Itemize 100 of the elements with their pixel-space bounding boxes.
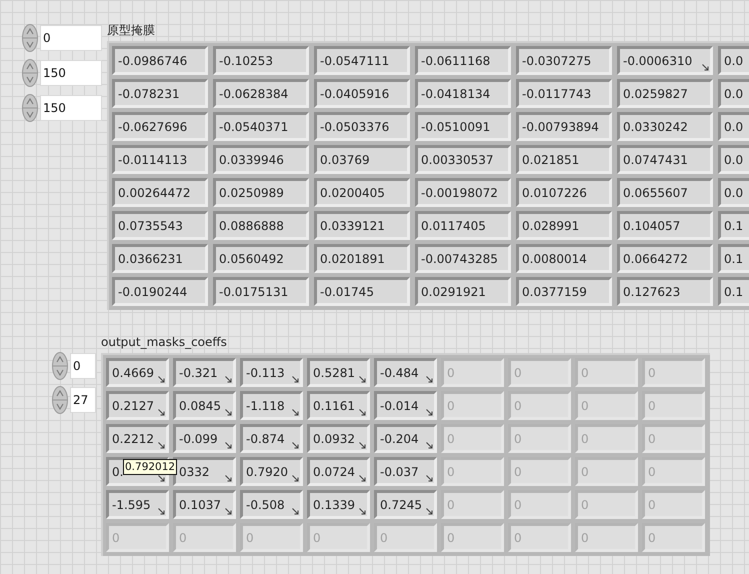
array-cell: -0.0540371: [213, 112, 309, 141]
array-cell: -0.0175131: [213, 277, 309, 306]
array-cell: 0.0724: [307, 457, 370, 486]
array-cell: 0: [575, 490, 638, 519]
array-cell: 0: [642, 523, 705, 552]
array-cell: 0: [441, 490, 504, 519]
array-cell: 0.0932: [307, 424, 370, 453]
array-cell: -0.00793894: [516, 112, 612, 141]
array-cell: 0.0117405: [415, 211, 511, 240]
array-cell: 0: [441, 424, 504, 453]
array-cell: -0.0627696: [112, 112, 208, 141]
array-cell: -0.078231: [112, 79, 208, 108]
array-cell: 0: [173, 523, 236, 552]
array-cell: -0.204: [374, 424, 437, 453]
increment-decrement-button[interactable]: [22, 59, 38, 87]
array-cell: 0: [642, 490, 705, 519]
array-cell: 0: [642, 457, 705, 486]
array-cell: 0.0107226: [516, 178, 612, 207]
increment-decrement-button[interactable]: [52, 386, 68, 414]
index-field[interactable]: 150: [40, 60, 102, 86]
array-cell: -0.0503376: [314, 112, 410, 141]
array-cell: 0.0: [718, 112, 749, 141]
index-field[interactable]: 150: [40, 95, 102, 121]
array-cell: -0.0510091: [415, 112, 511, 141]
array-cell: -0.0405916: [314, 79, 410, 108]
array-cell: 0: [508, 490, 571, 519]
array-cell: -0.10253: [213, 46, 309, 75]
array-cell: -0.00198072: [415, 178, 511, 207]
array-cell: 0: [642, 391, 705, 420]
array-cell: 0.0080014: [516, 244, 612, 273]
array-cell: 0.104057: [617, 211, 713, 240]
array-cell: 0: [508, 424, 571, 453]
array-cell: 0.0366231: [112, 244, 208, 273]
array-cell: 0: [508, 391, 571, 420]
array-cell: 0: [374, 523, 437, 552]
array-cell: 0.0886888: [213, 211, 309, 240]
array-cell: 0: [642, 358, 705, 387]
array-cell: 0.0560492: [213, 244, 309, 273]
array-cell: 0.021851: [516, 145, 612, 174]
array-cell: -0.0418134: [415, 79, 511, 108]
array-cell: 0.1: [718, 211, 749, 240]
array-cell: 0.0330242: [617, 112, 713, 141]
array-cell: -0.037: [374, 457, 437, 486]
array-cell: 0: [106, 523, 169, 552]
array-cell: 0.1339: [307, 490, 370, 519]
array-cell: -1.118: [240, 391, 303, 420]
array-cell: 0.1: [718, 277, 749, 306]
array-cell: 0.00264472: [112, 178, 208, 207]
array-cell: -1.595: [106, 490, 169, 519]
array-cell: 0: [575, 523, 638, 552]
increment-decrement-button[interactable]: [52, 352, 68, 380]
array-cell: 0.1: [718, 244, 749, 273]
array-cell: 0: [575, 358, 638, 387]
array-cell: 0.03769: [314, 145, 410, 174]
array-cell: 0.2127: [106, 391, 169, 420]
array-cell: -0.0190244: [112, 277, 208, 306]
array-cell: 0.0200405: [314, 178, 410, 207]
array-cell: 0: [575, 391, 638, 420]
array-cell: 0.0339121: [314, 211, 410, 240]
index-field[interactable]: 0: [40, 25, 102, 51]
array-cell: 0: [240, 523, 303, 552]
array-cell: 0.7920: [240, 457, 303, 486]
array-cell: 0.0201891: [314, 244, 410, 273]
array-cell: 0.0339946: [213, 145, 309, 174]
array-cell: 0: [441, 391, 504, 420]
array-cell: 0.0250989: [213, 178, 309, 207]
array-cell: 0.0: [718, 145, 749, 174]
array-cell: -0.0117743: [516, 79, 612, 108]
array-cell: 0.0: [718, 178, 749, 207]
array-cell: -0.113: [240, 358, 303, 387]
array-cell: 0.0259827: [617, 79, 713, 108]
array-cell: -0.508: [240, 490, 303, 519]
array-cell: 0.0: [718, 79, 749, 108]
array-cell: 0: [441, 523, 504, 552]
array-cell: 0.028991: [516, 211, 612, 240]
array-cell: -0.00743285: [415, 244, 511, 273]
array-cell: 0.4669: [106, 358, 169, 387]
array-cell: 0.1161: [307, 391, 370, 420]
array-cell: -0.014: [374, 391, 437, 420]
array-cell: 0.0735543: [112, 211, 208, 240]
array-label: 原型掩膜: [107, 22, 156, 39]
array-cell: -0.0114113: [112, 145, 208, 174]
array-cell: 0: [508, 457, 571, 486]
array-cell: -0.0611168: [415, 46, 511, 75]
array-cell: 0: [642, 424, 705, 453]
array-cell: 0: [307, 523, 370, 552]
array-cell: 0.7245: [374, 490, 437, 519]
index-field[interactable]: 0: [70, 353, 96, 379]
increment-decrement-button[interactable]: [22, 24, 38, 52]
array-cell: 0: [441, 457, 504, 486]
array-cell: -0.01745: [314, 277, 410, 306]
array-cell: -0.0547111: [314, 46, 410, 75]
array-cell: 0: [575, 457, 638, 486]
index-field[interactable]: 27: [70, 387, 96, 413]
array-cell: 0: [575, 424, 638, 453]
increment-decrement-button[interactable]: [22, 94, 38, 122]
array-cell: 0: [508, 523, 571, 552]
value-tooltip: 0.792012: [123, 459, 178, 475]
array-cell: 0.0291921: [415, 277, 511, 306]
array-cell: 0.5281: [307, 358, 370, 387]
